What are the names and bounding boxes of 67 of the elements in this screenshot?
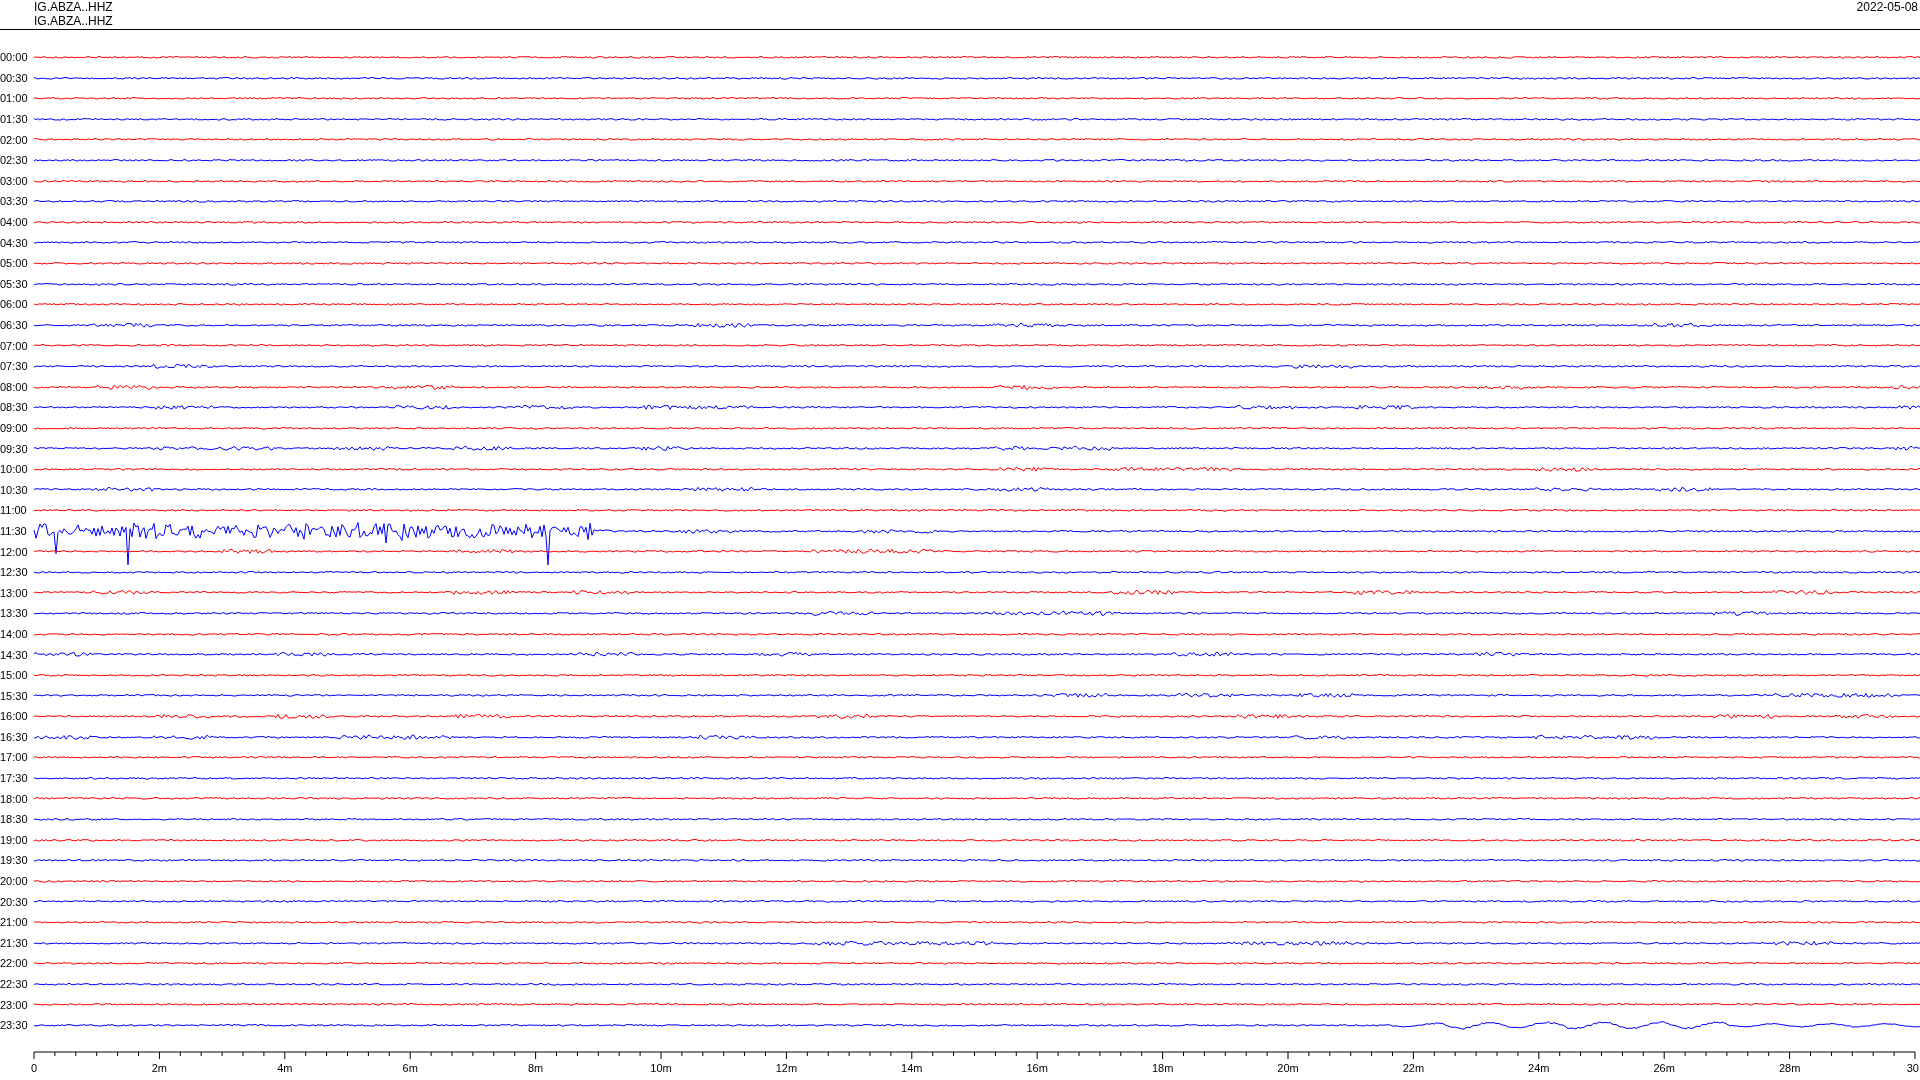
time-label: 06:00	[0, 298, 29, 311]
time-label: 15:00	[0, 669, 29, 682]
time-label: 15:30	[0, 689, 29, 702]
time-label: 08:00	[0, 380, 29, 393]
time-label: 23:30	[0, 1019, 29, 1032]
time-label: 03:30	[0, 195, 29, 208]
time-label: 10:00	[0, 463, 29, 476]
time-label: 07:00	[0, 339, 29, 352]
axis-tick-label: 20m	[1277, 1061, 1299, 1074]
time-label: 00:00	[0, 51, 29, 64]
axis-tick-label: 28m	[1778, 1061, 1801, 1074]
axis-tick-label: 8m	[527, 1061, 544, 1074]
time-label: 18:30	[0, 813, 29, 826]
time-label: 19:30	[0, 854, 29, 867]
axis-tick-label: 2m	[151, 1061, 168, 1074]
time-label: 17:00	[0, 751, 29, 764]
axis-tick-label: 10m	[650, 1061, 672, 1074]
time-label: 13:00	[0, 586, 29, 599]
time-label: 20:00	[0, 875, 29, 888]
axis-tick-label: 0	[30, 1061, 38, 1074]
time-label: 09:00	[0, 422, 29, 434]
time-label: 11:00	[0, 504, 28, 517]
axis-tick-label: 22m	[1402, 1061, 1425, 1074]
time-label: 00:30	[0, 71, 29, 84]
time-label: 16:30	[0, 730, 29, 743]
station-label: IG.ABZA..HHZ	[34, 0, 113, 14]
axis-tick-label: 18m	[1151, 1061, 1174, 1074]
time-label: 22:30	[0, 978, 29, 990]
time-label: 03:00	[0, 174, 29, 187]
time-label: 14:00	[0, 627, 29, 640]
time-label: 19:00	[0, 833, 29, 846]
time-label: 20:30	[0, 895, 29, 908]
time-label: 13:30	[0, 607, 29, 620]
time-label: 22:00	[0, 957, 29, 970]
time-label: 01:30	[0, 113, 29, 126]
time-label: 06:30	[0, 319, 29, 331]
time-label: 16:00	[0, 710, 29, 723]
time-label: 18:00	[0, 792, 29, 805]
time-label: 23:00	[0, 998, 29, 1011]
time-label: 07:30	[0, 360, 29, 373]
station-label: IG.ABZA..HHZ	[34, 14, 113, 28]
axis-tick-label: 24m	[1528, 1061, 1550, 1074]
time-label: 17:30	[0, 772, 29, 785]
axis-tick-label: 16m	[1026, 1061, 1048, 1074]
time-label: 02:00	[0, 133, 29, 146]
time-label: 12:30	[0, 566, 29, 579]
time-label: 02:30	[0, 154, 29, 167]
time-label: 12:00	[0, 545, 29, 558]
axis-tick-label: 14m	[901, 1061, 923, 1074]
date-label: 2022-05-08	[1856, 0, 1918, 14]
time-label: 09:30	[0, 442, 29, 455]
axis-tick-label: 4m	[277, 1061, 293, 1074]
time-label: 21:30	[0, 936, 29, 949]
time-label: 04:30	[0, 236, 29, 249]
time-label: 01:00	[0, 92, 29, 105]
time-label: 05:00	[0, 257, 29, 270]
time-label: 05:30	[0, 277, 29, 290]
axis-tick-label: 30	[1906, 1061, 1919, 1074]
axis-tick-label: 26m	[1653, 1061, 1675, 1074]
time-label: 10:30	[0, 483, 29, 496]
time-label: 14:30	[0, 648, 29, 661]
axis-tick-label: 12m	[775, 1061, 798, 1074]
axis-tick-label: 6m	[402, 1061, 418, 1074]
time-label: 11:30	[0, 524, 28, 537]
time-label: 21:00	[0, 916, 29, 929]
time-label: 04:00	[0, 216, 29, 229]
time-label: 08:30	[0, 401, 29, 414]
